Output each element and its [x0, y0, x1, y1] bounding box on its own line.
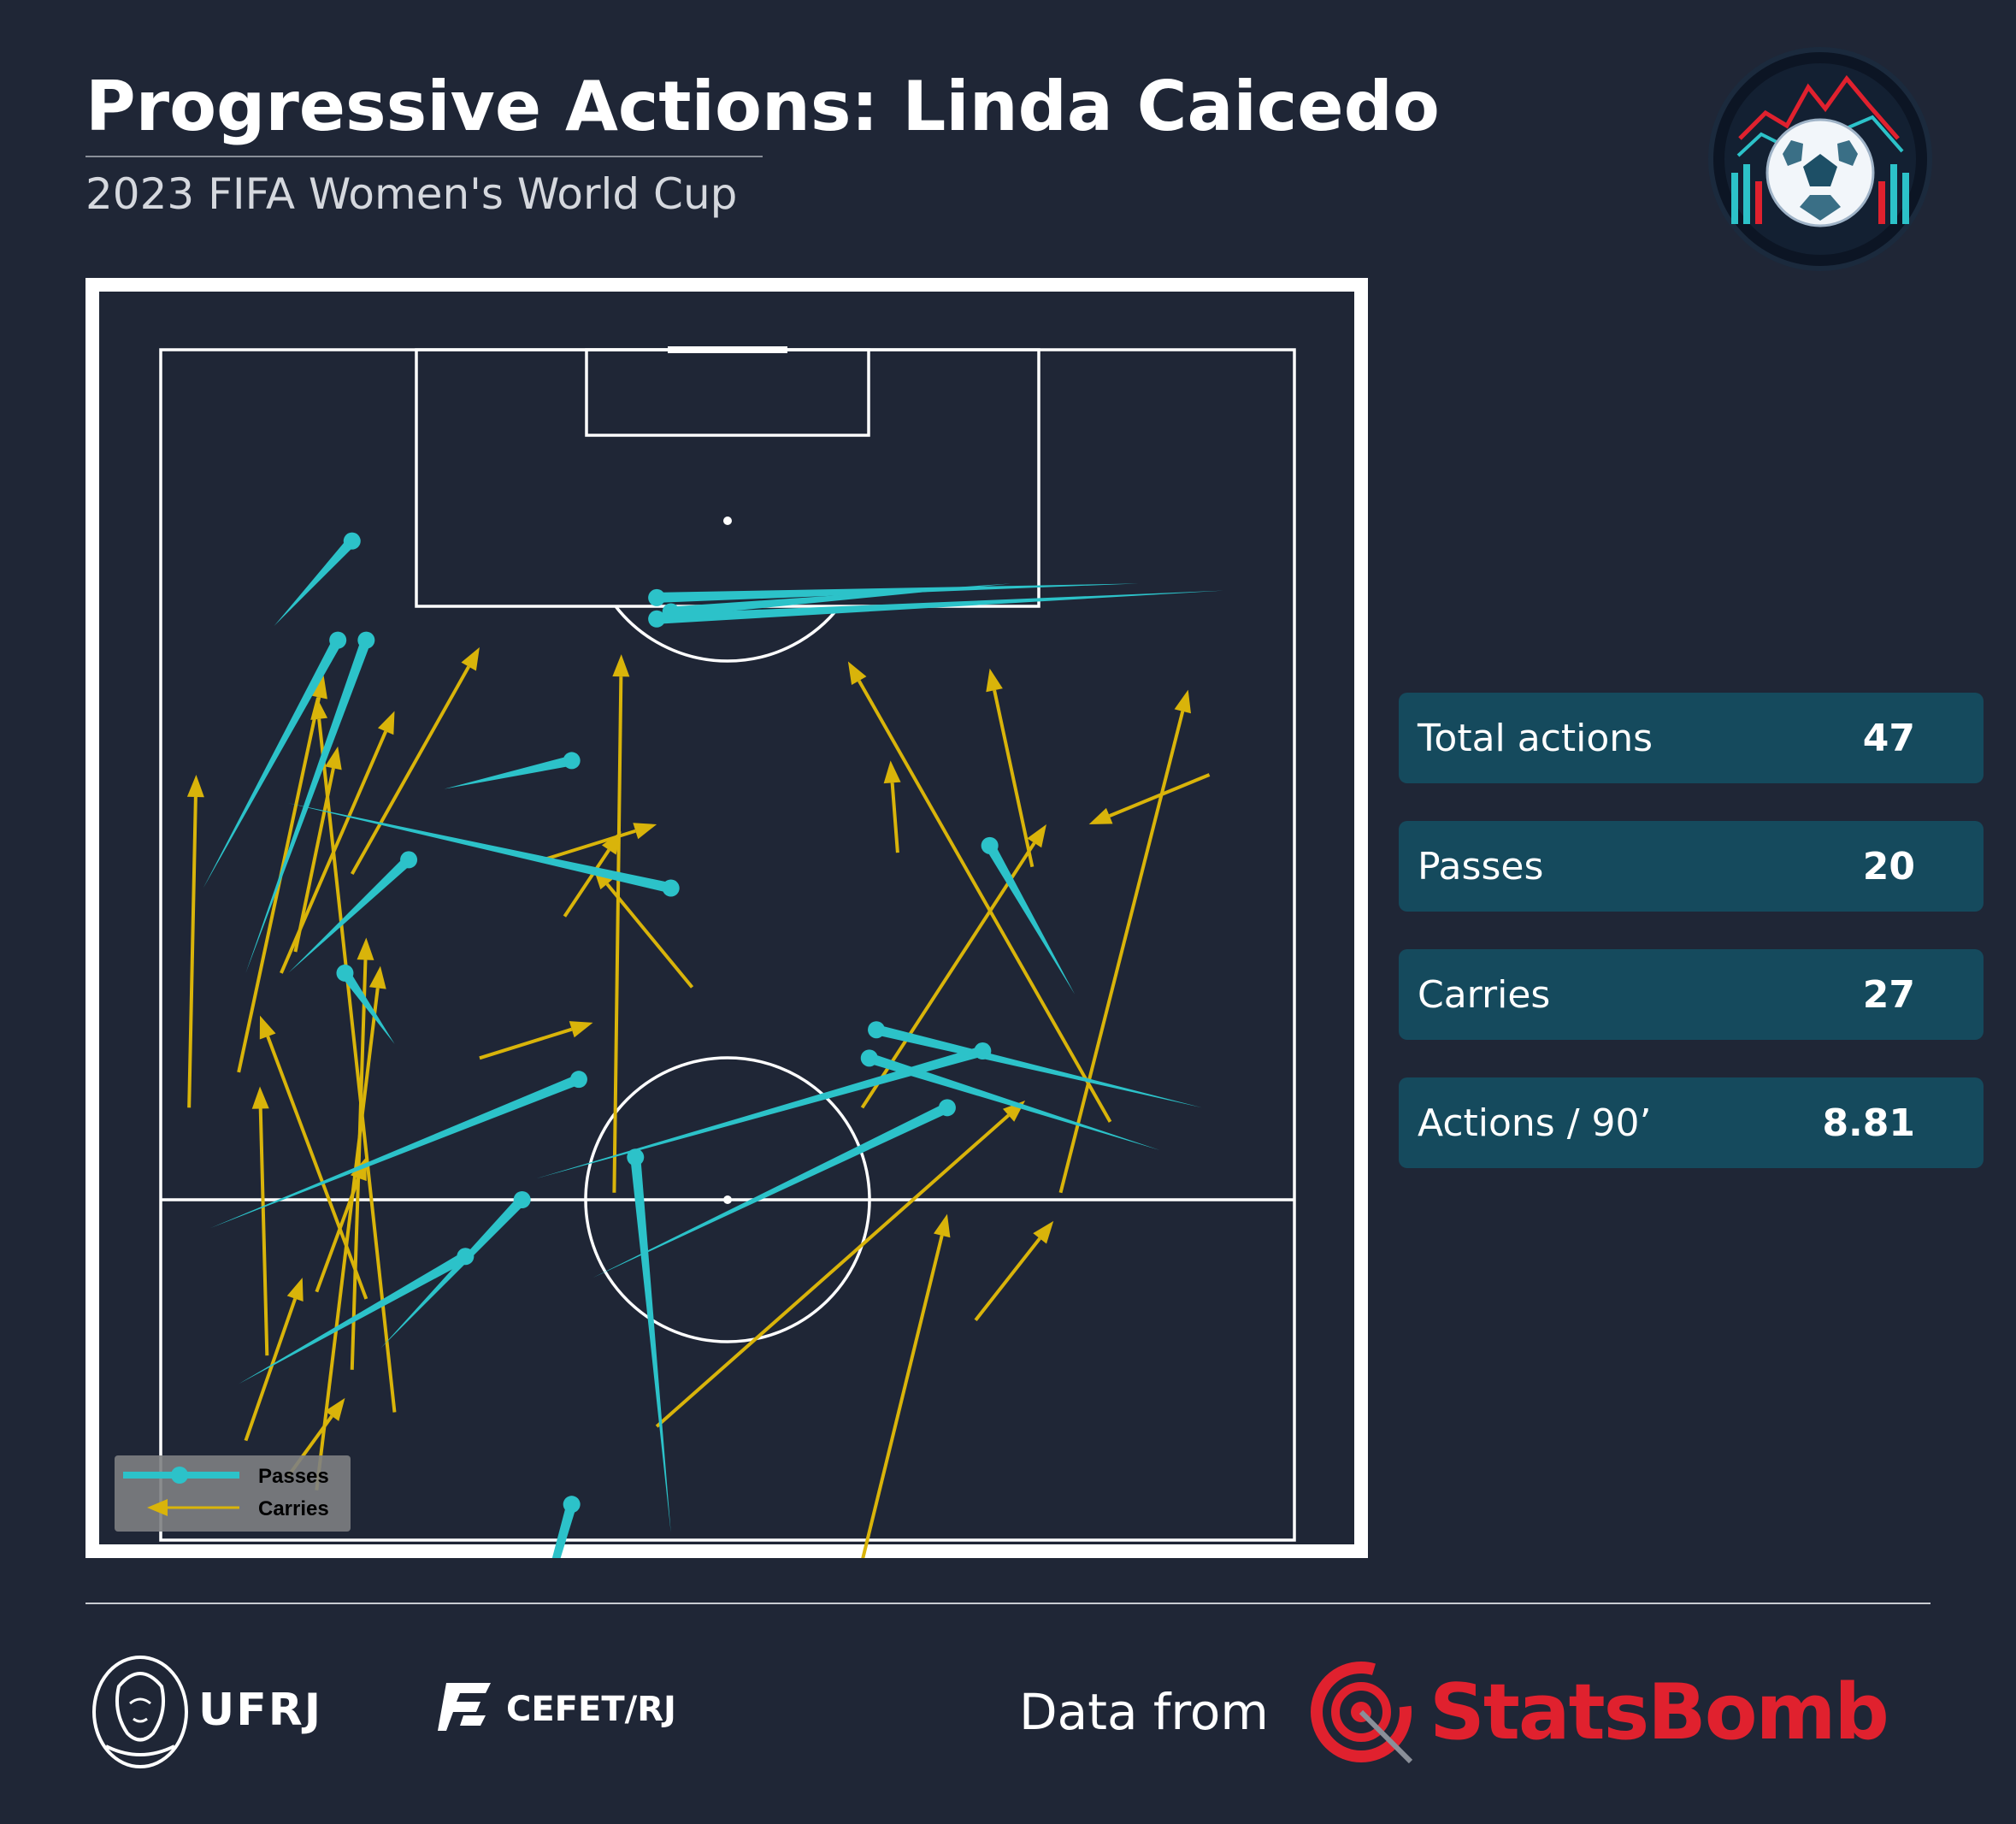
stat-label: Total actions	[1418, 717, 1653, 760]
stat-value: 8.81	[1822, 1101, 1915, 1145]
stat-actions-per-90: Actions / 90’ 8.81	[1399, 1077, 1984, 1168]
stat-value: 47	[1862, 717, 1915, 760]
ufrj-crest-icon	[92, 1656, 188, 1768]
pass-origin	[563, 1496, 581, 1514]
page-subtitle: 2023 FIFA Women's World Cup	[85, 169, 738, 219]
pass-origin	[662, 879, 680, 897]
pass-origin	[336, 964, 354, 982]
stat-value: 27	[1862, 973, 1915, 1017]
cefet-label: CEFET/RJ	[506, 1690, 676, 1729]
stat-total-actions: Total actions 47	[1399, 693, 1984, 783]
pass-origin	[938, 1099, 956, 1117]
stat-value: 20	[1862, 845, 1915, 888]
chart-legend: Passes Carries	[115, 1455, 351, 1532]
pass-origin	[981, 836, 999, 854]
legend-passes-label: Passes	[258, 1465, 329, 1488]
pass-origin	[400, 851, 418, 869]
pass-origin	[662, 603, 680, 621]
pitch-frame	[85, 278, 1368, 1558]
legend-pass-marker	[171, 1467, 188, 1484]
pass-origin	[357, 631, 375, 649]
legend-carries-label: Carries	[258, 1497, 329, 1520]
page-title: Progressive Actions: Linda Caicedo	[85, 67, 1440, 146]
stats-panel: Total actions 47 Passes 20 Carries 27 Ac…	[1399, 693, 1984, 1206]
footer-divider	[85, 1603, 1931, 1604]
pass-origin	[563, 752, 581, 770]
stat-label: Carries	[1418, 973, 1551, 1017]
pass-origin	[457, 1248, 475, 1266]
stat-label: Passes	[1418, 845, 1544, 888]
stat-carries: Carries 27	[1399, 949, 1984, 1040]
title-divider	[85, 156, 763, 157]
statsbomb-label: StatsBomb	[1429, 1668, 1889, 1757]
analytics-badge-icon	[1708, 47, 1932, 271]
stat-label: Actions / 90’	[1418, 1101, 1652, 1145]
data-from-label: Data from	[1019, 1683, 1269, 1741]
stat-passes: Passes 20	[1399, 821, 1984, 912]
pass-origin	[343, 532, 361, 550]
pass-origin	[569, 1071, 587, 1089]
ufrj-label: UFRJ	[198, 1685, 323, 1736]
penalty-spot	[723, 517, 732, 525]
pass-origin	[648, 588, 666, 606]
centre-spot	[723, 1195, 732, 1204]
pass-origin	[513, 1191, 531, 1208]
pass-origin	[860, 1049, 878, 1067]
statsbomb-target-icon	[1311, 1662, 1412, 1763]
pass-origin	[627, 1148, 645, 1166]
pass-origin	[329, 631, 347, 649]
cefet-logo-icon	[438, 1683, 491, 1731]
pitch-chart: Passes Carries	[85, 278, 1368, 1558]
pass-origin	[868, 1021, 886, 1039]
